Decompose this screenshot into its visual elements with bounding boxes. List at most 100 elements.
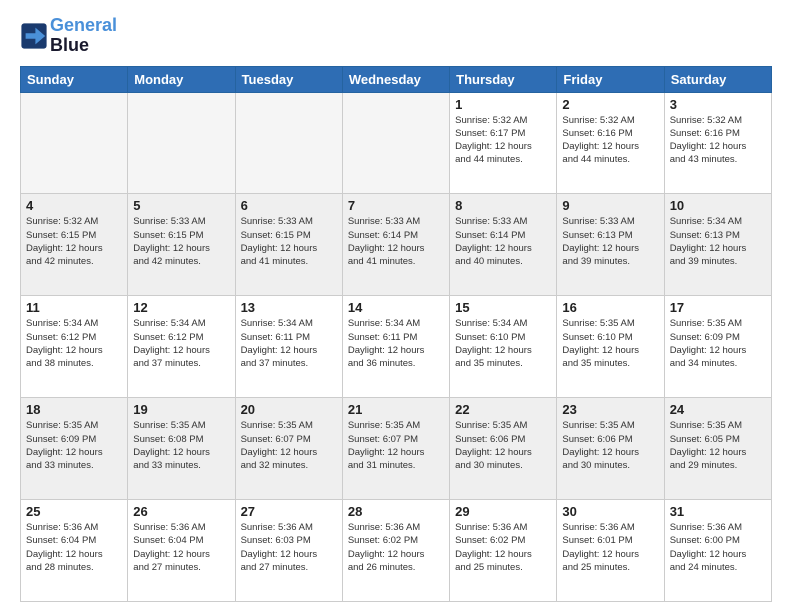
day-number: 4 (26, 198, 122, 213)
day-number: 6 (241, 198, 337, 213)
day-info: Sunrise: 5:35 AM Sunset: 6:06 PM Dayligh… (455, 419, 551, 472)
calendar-cell: 7 Sunrise: 5:33 AM Sunset: 6:14 PM Daylig… (342, 194, 449, 296)
day-number: 31 (670, 504, 766, 519)
day-info: Sunrise: 5:35 AM Sunset: 6:09 PM Dayligh… (26, 419, 122, 472)
day-number: 20 (241, 402, 337, 417)
day-info: Sunrise: 5:36 AM Sunset: 6:02 PM Dayligh… (455, 521, 551, 574)
calendar-cell: 13 Sunrise: 5:34 AM Sunset: 6:11 PM Dayli… (235, 296, 342, 398)
calendar-cell: 14 Sunrise: 5:34 AM Sunset: 6:11 PM Dayli… (342, 296, 449, 398)
day-header-wednesday: Wednesday (342, 66, 449, 92)
day-info: Sunrise: 5:36 AM Sunset: 6:03 PM Dayligh… (241, 521, 337, 574)
calendar-cell: 30 Sunrise: 5:36 AM Sunset: 6:01 PM Dayli… (557, 500, 664, 602)
day-header-sunday: Sunday (21, 66, 128, 92)
calendar-cell: 26 Sunrise: 5:36 AM Sunset: 6:04 PM Dayli… (128, 500, 235, 602)
logo-icon (20, 22, 48, 50)
calendar-week-row: 25 Sunrise: 5:36 AM Sunset: 6:04 PM Dayli… (21, 500, 772, 602)
calendar-cell: 21 Sunrise: 5:35 AM Sunset: 6:07 PM Dayli… (342, 398, 449, 500)
calendar-week-row: 1 Sunrise: 5:32 AM Sunset: 6:17 PM Daylig… (21, 92, 772, 194)
day-number: 11 (26, 300, 122, 315)
calendar-cell: 10 Sunrise: 5:34 AM Sunset: 6:13 PM Dayli… (664, 194, 771, 296)
day-number: 8 (455, 198, 551, 213)
day-number: 26 (133, 504, 229, 519)
calendar-table: SundayMondayTuesdayWednesdayThursdayFrid… (20, 66, 772, 602)
day-info: Sunrise: 5:33 AM Sunset: 6:14 PM Dayligh… (348, 215, 444, 268)
logo-text: General Blue (50, 16, 117, 56)
calendar-header-row: SundayMondayTuesdayWednesdayThursdayFrid… (21, 66, 772, 92)
day-info: Sunrise: 5:34 AM Sunset: 6:12 PM Dayligh… (133, 317, 229, 370)
day-info: Sunrise: 5:34 AM Sunset: 6:11 PM Dayligh… (241, 317, 337, 370)
calendar-cell: 11 Sunrise: 5:34 AM Sunset: 6:12 PM Dayli… (21, 296, 128, 398)
day-info: Sunrise: 5:32 AM Sunset: 6:16 PM Dayligh… (670, 114, 766, 167)
day-number: 18 (26, 402, 122, 417)
day-number: 10 (670, 198, 766, 213)
day-number: 28 (348, 504, 444, 519)
calendar-cell: 31 Sunrise: 5:36 AM Sunset: 6:00 PM Dayli… (664, 500, 771, 602)
day-info: Sunrise: 5:32 AM Sunset: 6:17 PM Dayligh… (455, 114, 551, 167)
calendar-cell: 29 Sunrise: 5:36 AM Sunset: 6:02 PM Dayli… (450, 500, 557, 602)
calendar-cell: 3 Sunrise: 5:32 AM Sunset: 6:16 PM Daylig… (664, 92, 771, 194)
day-info: Sunrise: 5:35 AM Sunset: 6:07 PM Dayligh… (348, 419, 444, 472)
calendar-cell: 4Sunrise: 5:32 AM Sunset: 6:15 PM Daylig… (21, 194, 128, 296)
day-info: Sunrise: 5:33 AM Sunset: 6:15 PM Dayligh… (241, 215, 337, 268)
header: General Blue (20, 16, 772, 56)
day-number: 29 (455, 504, 551, 519)
day-info: Sunrise: 5:34 AM Sunset: 6:10 PM Dayligh… (455, 317, 551, 370)
day-info: Sunrise: 5:35 AM Sunset: 6:10 PM Dayligh… (562, 317, 658, 370)
calendar-cell: 5 Sunrise: 5:33 AM Sunset: 6:15 PM Daylig… (128, 194, 235, 296)
day-number: 2 (562, 97, 658, 112)
day-number: 3 (670, 97, 766, 112)
day-info: Sunrise: 5:32 AM Sunset: 6:16 PM Dayligh… (562, 114, 658, 167)
calendar-cell: 18 Sunrise: 5:35 AM Sunset: 6:09 PM Dayli… (21, 398, 128, 500)
calendar-cell: 24 Sunrise: 5:35 AM Sunset: 6:05 PM Dayli… (664, 398, 771, 500)
day-info: Sunrise: 5:34 AM Sunset: 6:13 PM Dayligh… (670, 215, 766, 268)
day-number: 24 (670, 402, 766, 417)
day-number: 14 (348, 300, 444, 315)
day-info: Sunrise: 5:35 AM Sunset: 6:09 PM Dayligh… (670, 317, 766, 370)
calendar-week-row: 11 Sunrise: 5:34 AM Sunset: 6:12 PM Dayli… (21, 296, 772, 398)
day-info: Sunrise: 5:35 AM Sunset: 6:07 PM Dayligh… (241, 419, 337, 472)
day-number: 1 (455, 97, 551, 112)
day-info: Sunrise: 5:35 AM Sunset: 6:08 PM Dayligh… (133, 419, 229, 472)
day-number: 13 (241, 300, 337, 315)
page: General Blue SundayMondayTuesdayWednesda… (0, 0, 792, 612)
calendar-cell (342, 92, 449, 194)
calendar-cell: 23Sunrise: 5:35 AM Sunset: 6:06 PM Dayli… (557, 398, 664, 500)
calendar-cell: 6 Sunrise: 5:33 AM Sunset: 6:15 PM Daylig… (235, 194, 342, 296)
calendar-cell: 16 Sunrise: 5:35 AM Sunset: 6:10 PM Dayli… (557, 296, 664, 398)
day-info: Sunrise: 5:36 AM Sunset: 6:04 PM Dayligh… (133, 521, 229, 574)
calendar-cell: 8Sunrise: 5:33 AM Sunset: 6:14 PM Daylig… (450, 194, 557, 296)
day-number: 9 (562, 198, 658, 213)
day-number: 27 (241, 504, 337, 519)
calendar-week-row: 4Sunrise: 5:32 AM Sunset: 6:15 PM Daylig… (21, 194, 772, 296)
day-number: 12 (133, 300, 229, 315)
calendar-cell: 12 Sunrise: 5:34 AM Sunset: 6:12 PM Dayli… (128, 296, 235, 398)
calendar-cell: 19 Sunrise: 5:35 AM Sunset: 6:08 PM Dayli… (128, 398, 235, 500)
day-info: Sunrise: 5:34 AM Sunset: 6:12 PM Dayligh… (26, 317, 122, 370)
day-number: 21 (348, 402, 444, 417)
day-info: Sunrise: 5:35 AM Sunset: 6:05 PM Dayligh… (670, 419, 766, 472)
calendar-cell: 22 Sunrise: 5:35 AM Sunset: 6:06 PM Dayli… (450, 398, 557, 500)
day-number: 15 (455, 300, 551, 315)
day-info: Sunrise: 5:36 AM Sunset: 6:00 PM Dayligh… (670, 521, 766, 574)
day-number: 5 (133, 198, 229, 213)
day-info: Sunrise: 5:36 AM Sunset: 6:01 PM Dayligh… (562, 521, 658, 574)
day-header-tuesday: Tuesday (235, 66, 342, 92)
calendar-cell: 17Sunrise: 5:35 AM Sunset: 6:09 PM Dayli… (664, 296, 771, 398)
day-header-friday: Friday (557, 66, 664, 92)
day-number: 16 (562, 300, 658, 315)
calendar-cell (235, 92, 342, 194)
day-info: Sunrise: 5:34 AM Sunset: 6:11 PM Dayligh… (348, 317, 444, 370)
day-number: 19 (133, 402, 229, 417)
day-info: Sunrise: 5:33 AM Sunset: 6:15 PM Dayligh… (133, 215, 229, 268)
calendar-cell: 20 Sunrise: 5:35 AM Sunset: 6:07 PM Dayli… (235, 398, 342, 500)
day-number: 22 (455, 402, 551, 417)
day-number: 7 (348, 198, 444, 213)
calendar-week-row: 18 Sunrise: 5:35 AM Sunset: 6:09 PM Dayli… (21, 398, 772, 500)
calendar-cell (128, 92, 235, 194)
calendar-cell: 15 Sunrise: 5:34 AM Sunset: 6:10 PM Dayli… (450, 296, 557, 398)
day-number: 25 (26, 504, 122, 519)
day-number: 30 (562, 504, 658, 519)
day-number: 23 (562, 402, 658, 417)
calendar-cell: 28Sunrise: 5:36 AM Sunset: 6:02 PM Dayli… (342, 500, 449, 602)
calendar-cell: 2 Sunrise: 5:32 AM Sunset: 6:16 PM Daylig… (557, 92, 664, 194)
